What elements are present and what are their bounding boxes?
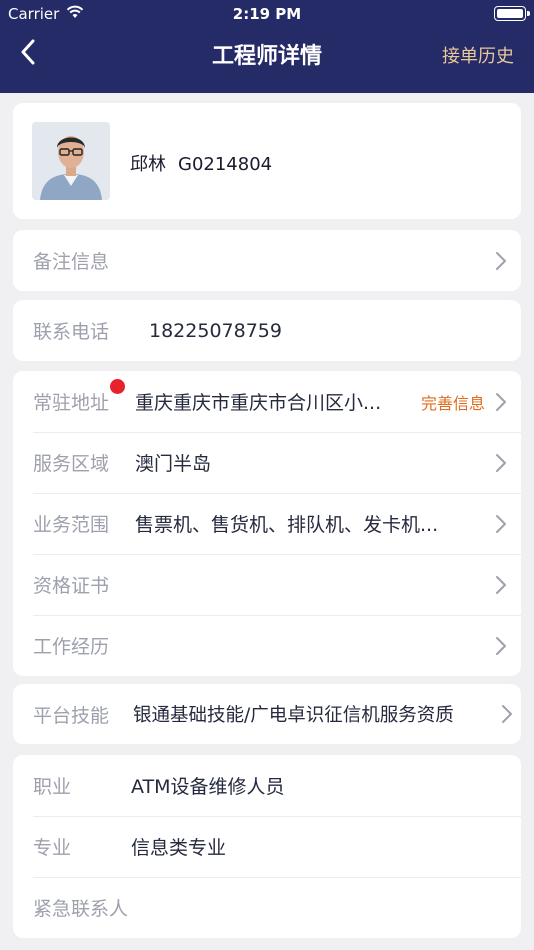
platform-skills-label: 平台技能 bbox=[33, 704, 110, 727]
status-bar: Carrier 2:19 PM bbox=[0, 0, 534, 28]
avatar-photo bbox=[32, 122, 110, 200]
avatar bbox=[32, 122, 110, 200]
business-scope-label: 业务范围 bbox=[33, 514, 110, 536]
engineer-name-text: 邱林 bbox=[130, 154, 166, 175]
business-scope-value: 售票机、售货机、排队机、发卡机... bbox=[135, 514, 439, 536]
service-area-label: 服务区域 bbox=[33, 453, 110, 475]
battery-icon bbox=[494, 6, 530, 21]
remark-row[interactable]: 备注信息 bbox=[13, 230, 521, 291]
status-time: 2:19 PM bbox=[232, 5, 302, 23]
certificate-label: 资格证书 bbox=[33, 575, 110, 597]
service-area-value: 澳门半岛 bbox=[135, 453, 212, 475]
business-scope-row[interactable]: 业务范围 售票机、售货机、排队机、发卡机... bbox=[13, 493, 521, 554]
certificate-row[interactable]: 资格证书 bbox=[13, 554, 521, 615]
remark-label: 备注信息 bbox=[33, 251, 110, 273]
address-row[interactable]: 常驻地址 重庆重庆市重庆市合川区小... 完善信息 bbox=[13, 371, 521, 432]
remark-card: 备注信息 bbox=[13, 230, 521, 291]
major-label: 专业 bbox=[33, 837, 72, 859]
work-experience-row[interactable]: 工作经历 bbox=[13, 615, 521, 676]
chevron-right-icon bbox=[496, 251, 506, 270]
major-row: 专业 信息类专业 bbox=[13, 816, 521, 877]
occupation-row: 职业 ATM设备维修人员 bbox=[13, 755, 521, 816]
emergency-contact-label: 紧急联系人 bbox=[33, 898, 129, 920]
emergency-contact-row: 紧急联系人 bbox=[13, 877, 521, 938]
platform-skills-row[interactable]: 平台技能 银通基础技能/广电卓识征信机服务资质 bbox=[13, 684, 521, 744]
skills-card: 平台技能 银通基础技能/广电卓识征信机服务资质 bbox=[13, 684, 521, 744]
profile-info-card: 职业 ATM设备维修人员 专业 信息类专业 紧急联系人 bbox=[13, 755, 521, 938]
chevron-right-icon bbox=[502, 705, 512, 723]
engineer-code: G0214804 bbox=[178, 154, 273, 175]
order-history-button[interactable]: 接单历史 bbox=[442, 42, 514, 68]
phone-row: 联系电话 18225078759 bbox=[13, 300, 521, 361]
platform-skills-value: 银通基础技能/广电卓识征信机服务资质 bbox=[133, 705, 454, 726]
engineer-name: 邱林 G0214804 bbox=[130, 150, 272, 176]
address-value: 重庆重庆市重庆市合川区小... bbox=[135, 392, 382, 414]
profile-card: 邱林 G0214804 bbox=[13, 103, 521, 219]
phone-label: 联系电话 bbox=[33, 321, 110, 343]
occupation-label: 职业 bbox=[33, 776, 72, 798]
chevron-right-icon bbox=[496, 453, 506, 472]
phone-card: 联系电话 18225078759 bbox=[13, 300, 521, 361]
chevron-right-icon bbox=[496, 636, 506, 655]
chevron-right-icon bbox=[496, 514, 506, 533]
major-value: 信息类专业 bbox=[131, 837, 227, 859]
chevron-right-icon bbox=[496, 575, 506, 594]
chevron-right-icon bbox=[496, 392, 506, 411]
app-header: Carrier 2:19 PM 工程师详情 接单历史 bbox=[0, 0, 534, 93]
work-experience-label: 工作经历 bbox=[33, 636, 110, 658]
occupation-value: ATM设备维修人员 bbox=[131, 776, 285, 798]
phone-value: 18225078759 bbox=[149, 319, 282, 342]
notification-dot bbox=[110, 379, 125, 394]
service-area-row[interactable]: 服务区域 澳门半岛 bbox=[13, 432, 521, 493]
complete-info-link[interactable]: 完善信息 bbox=[421, 390, 485, 414]
details-card: 常驻地址 重庆重庆市重庆市合川区小... 完善信息 服务区域 澳门半岛 业务范围… bbox=[13, 371, 521, 676]
